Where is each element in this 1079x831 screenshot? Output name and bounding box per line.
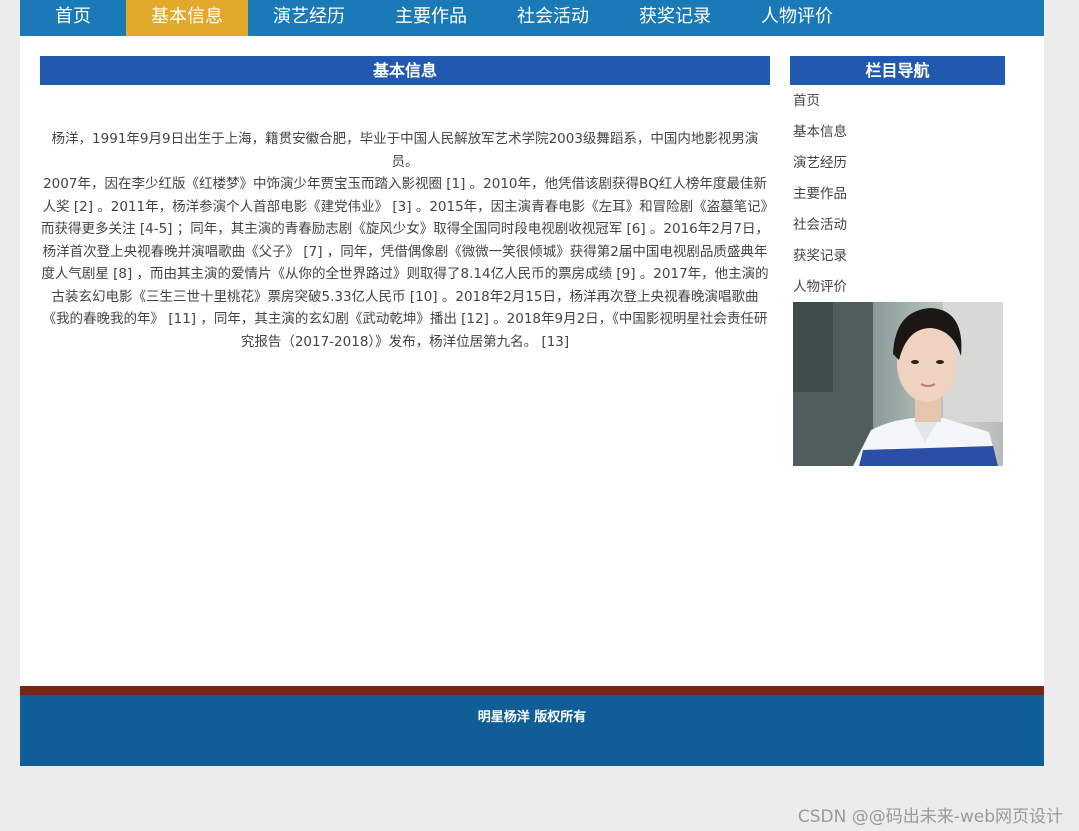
- nav-item-works[interactable]: 主要作品: [370, 0, 492, 36]
- top-nav: 首页 基本信息 演艺经历 主要作品 社会活动 获奖记录 人物评价: [20, 0, 1044, 36]
- copyright-text: 明星杨洋 版权所有: [477, 710, 587, 725]
- article-body: 杨洋，1991年9月9日出生于上海，籍贯安徽合肥，毕业于中国人民解放军艺术学院2…: [40, 128, 770, 353]
- sidebar-item-home[interactable]: 首页: [793, 88, 1005, 119]
- sidebar-item-social[interactable]: 社会活动: [793, 212, 1005, 243]
- nav-item-evaluation[interactable]: 人物评价: [736, 0, 858, 36]
- watermark: CSDN @@码出未来-web网页设计: [797, 807, 1063, 827]
- sidebar-item-basic-info[interactable]: 基本信息: [793, 119, 1005, 150]
- article-paragraph: 2007年，因在李少红版《红楼梦》中饰演少年贾宝玉而踏入影视圈 [1] 。201…: [41, 176, 769, 350]
- footer: 明星杨洋 版权所有: [20, 695, 1044, 766]
- page: 首页 基本信息 演艺经历 主要作品 社会活动 获奖记录 人物评价 基本信息 杨洋…: [20, 0, 1044, 766]
- main-content: 基本信息 杨洋，1991年9月9日出生于上海，籍贯安徽合肥，毕业于中国人民解放军…: [40, 56, 770, 353]
- sidebar: 栏目导航 首页 基本信息 演艺经历 主要作品 社会活动 获奖记录 人物评价: [790, 56, 1005, 466]
- sidebar-title: 栏目导航: [790, 56, 1005, 85]
- sidebar-item-evaluation[interactable]: 人物评价: [793, 274, 1005, 305]
- nav-item-career[interactable]: 演艺经历: [248, 0, 370, 36]
- sidebar-item-awards[interactable]: 获奖记录: [793, 243, 1005, 274]
- sidebar-item-career[interactable]: 演艺经历: [793, 150, 1005, 181]
- portrait-illustration: [793, 302, 1003, 466]
- sidebar-item-works[interactable]: 主要作品: [793, 181, 1005, 212]
- nav-item-home[interactable]: 首页: [20, 0, 126, 36]
- section-title: 基本信息: [40, 56, 770, 85]
- nav-item-basic-info[interactable]: 基本信息: [126, 0, 248, 36]
- footer-divider: [20, 686, 1044, 695]
- article-paragraph: 杨洋，1991年9月9日出生于上海，籍贯安徽合肥，毕业于中国人民解放军艺术学院2…: [51, 131, 759, 170]
- nav-item-awards[interactable]: 获奖记录: [614, 0, 736, 36]
- portrait-photo: [793, 302, 1003, 466]
- sidebar-nav-list: 首页 基本信息 演艺经历 主要作品 社会活动 获奖记录 人物评价: [790, 85, 1005, 305]
- nav-item-social[interactable]: 社会活动: [492, 0, 614, 36]
